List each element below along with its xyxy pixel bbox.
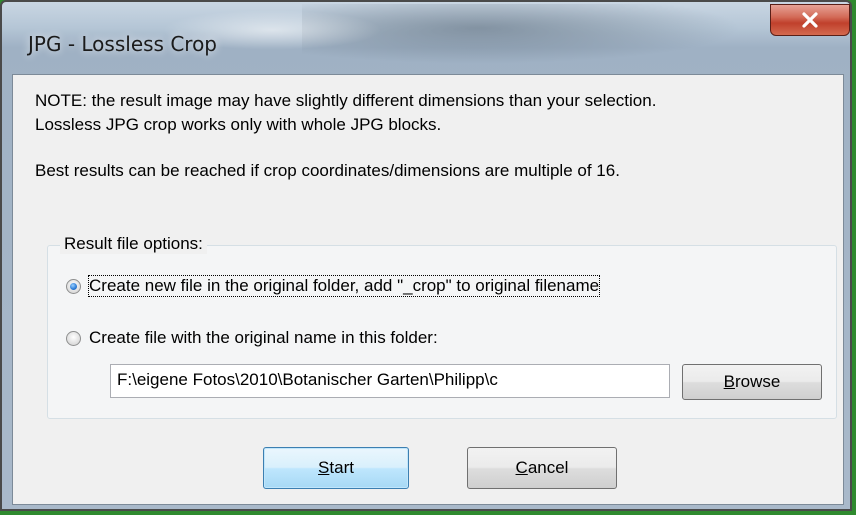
- cancel-mnemonic: C: [515, 458, 528, 477]
- cancel-label: ancel: [527, 458, 569, 477]
- result-file-options-group: Result file options: Create new file in …: [47, 234, 837, 419]
- note-text: NOTE: the result image may have slightly…: [35, 89, 835, 137]
- option-original-name-label[interactable]: Create file with the original name in th…: [89, 328, 438, 348]
- radio-original-name[interactable]: [66, 330, 81, 346]
- option-new-file[interactable]: Create new file in the original folder, …: [66, 275, 601, 297]
- cancel-button[interactable]: Cancel: [467, 447, 617, 489]
- radio-new-file[interactable]: [66, 278, 81, 294]
- start-label: tart: [329, 458, 354, 477]
- folder-path-input[interactable]: F:\eigene Fotos\2010\Botanischer Garten\…: [110, 364, 670, 398]
- browse-button[interactable]: Browse: [682, 364, 822, 400]
- browse-label: rowse: [734, 372, 781, 391]
- group-label: Result file options:: [60, 234, 207, 254]
- window-title: JPG - Lossless Crop: [28, 32, 217, 56]
- option-original-name[interactable]: Create file with the original name in th…: [66, 328, 438, 348]
- start-mnemonic: S: [318, 458, 330, 477]
- start-button[interactable]: Start: [263, 447, 409, 489]
- note-line-2: Lossless JPG crop works only with whole …: [35, 115, 442, 134]
- browse-mnemonic: B: [723, 372, 735, 391]
- note-line-1: NOTE: the result image may have slightly…: [35, 91, 657, 110]
- dialog-window: JPG - Lossless Crop NOTE: the result ima…: [0, 0, 852, 511]
- glass-background: [302, 4, 742, 64]
- close-icon: [801, 12, 819, 28]
- best-results-text: Best results can be reached if crop coor…: [35, 161, 620, 180]
- close-button[interactable]: [770, 4, 850, 36]
- option-new-file-label[interactable]: Create new file in the original folder, …: [87, 275, 601, 297]
- dialog-client-area: NOTE: the result image may have slightly…: [12, 74, 844, 505]
